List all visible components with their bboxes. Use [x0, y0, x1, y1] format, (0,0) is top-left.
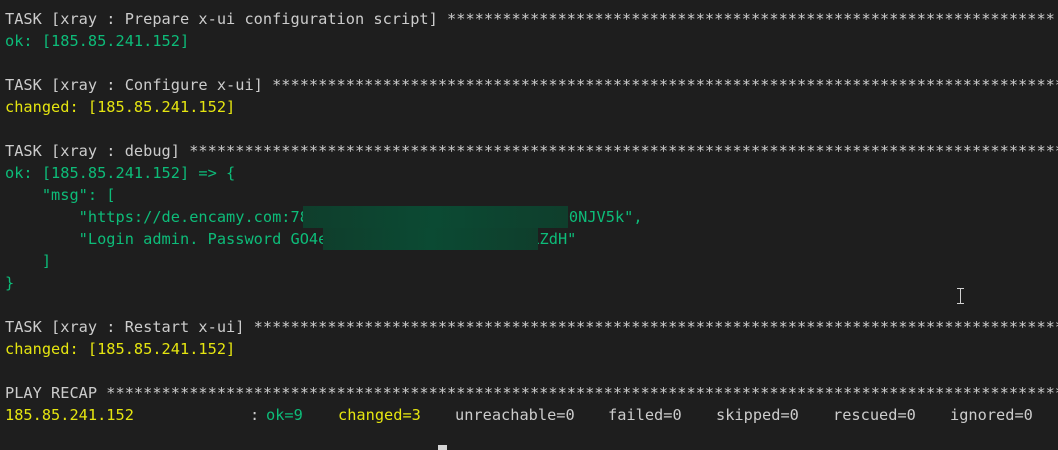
play-recap-row: 185.85.241.152 : ok=9 changed=3 unreacha…: [5, 404, 1058, 426]
redacted-password-block: [323, 228, 538, 250]
debug-url-suffix: 0NJV5k",: [568, 208, 643, 226]
play-recap-header: PLAY RECAP *****************************…: [5, 384, 1058, 402]
terminal-output[interactable]: TASK [xray : Prepare x-ui configuration …: [0, 0, 1058, 450]
task-header: TASK [xray : Prepare x-ui configuration …: [5, 10, 1055, 28]
recap-host: 185.85.241.152: [5, 406, 134, 424]
recap-rescued: rescued=0: [833, 406, 916, 424]
debug-brace-close: }: [5, 274, 15, 292]
i-beam-cursor-icon: [955, 287, 967, 305]
task-header: TASK [xray : Configure x-ui] ***********…: [5, 76, 1058, 94]
debug-login-prefix: "Login admin. Password GO4e: [5, 230, 328, 248]
recap-unreachable: unreachable=0: [455, 406, 575, 424]
recap-failed: failed=0: [608, 406, 682, 424]
task-status-changed: changed: [185.85.241.152]: [5, 98, 236, 116]
redacted-url-block: [303, 206, 568, 228]
debug-url-prefix: "https://de.encamy.com:78: [5, 208, 309, 226]
task-status-ok: ok: [185.85.241.152] => {: [5, 164, 236, 182]
recap-skipped: skipped=0: [716, 406, 799, 424]
debug-msg-close: ]: [5, 252, 52, 270]
task-status-ok: ok: [185.85.241.152]: [5, 32, 190, 50]
recap-ok: ok=9: [266, 406, 303, 424]
recap-changed: changed=3: [338, 406, 421, 424]
task-header: TASK [xray : Restart x-ui] *************…: [5, 318, 1058, 336]
task-status-changed: changed: [185.85.241.152]: [5, 340, 236, 358]
task-header: TASK [xray : debug] ********************…: [5, 142, 1058, 160]
recap-ignored: ignored=0: [950, 406, 1033, 424]
debug-msg-open: "msg": [: [5, 186, 116, 204]
recap-colon: :: [250, 406, 260, 424]
terminal-caret: [438, 445, 447, 450]
